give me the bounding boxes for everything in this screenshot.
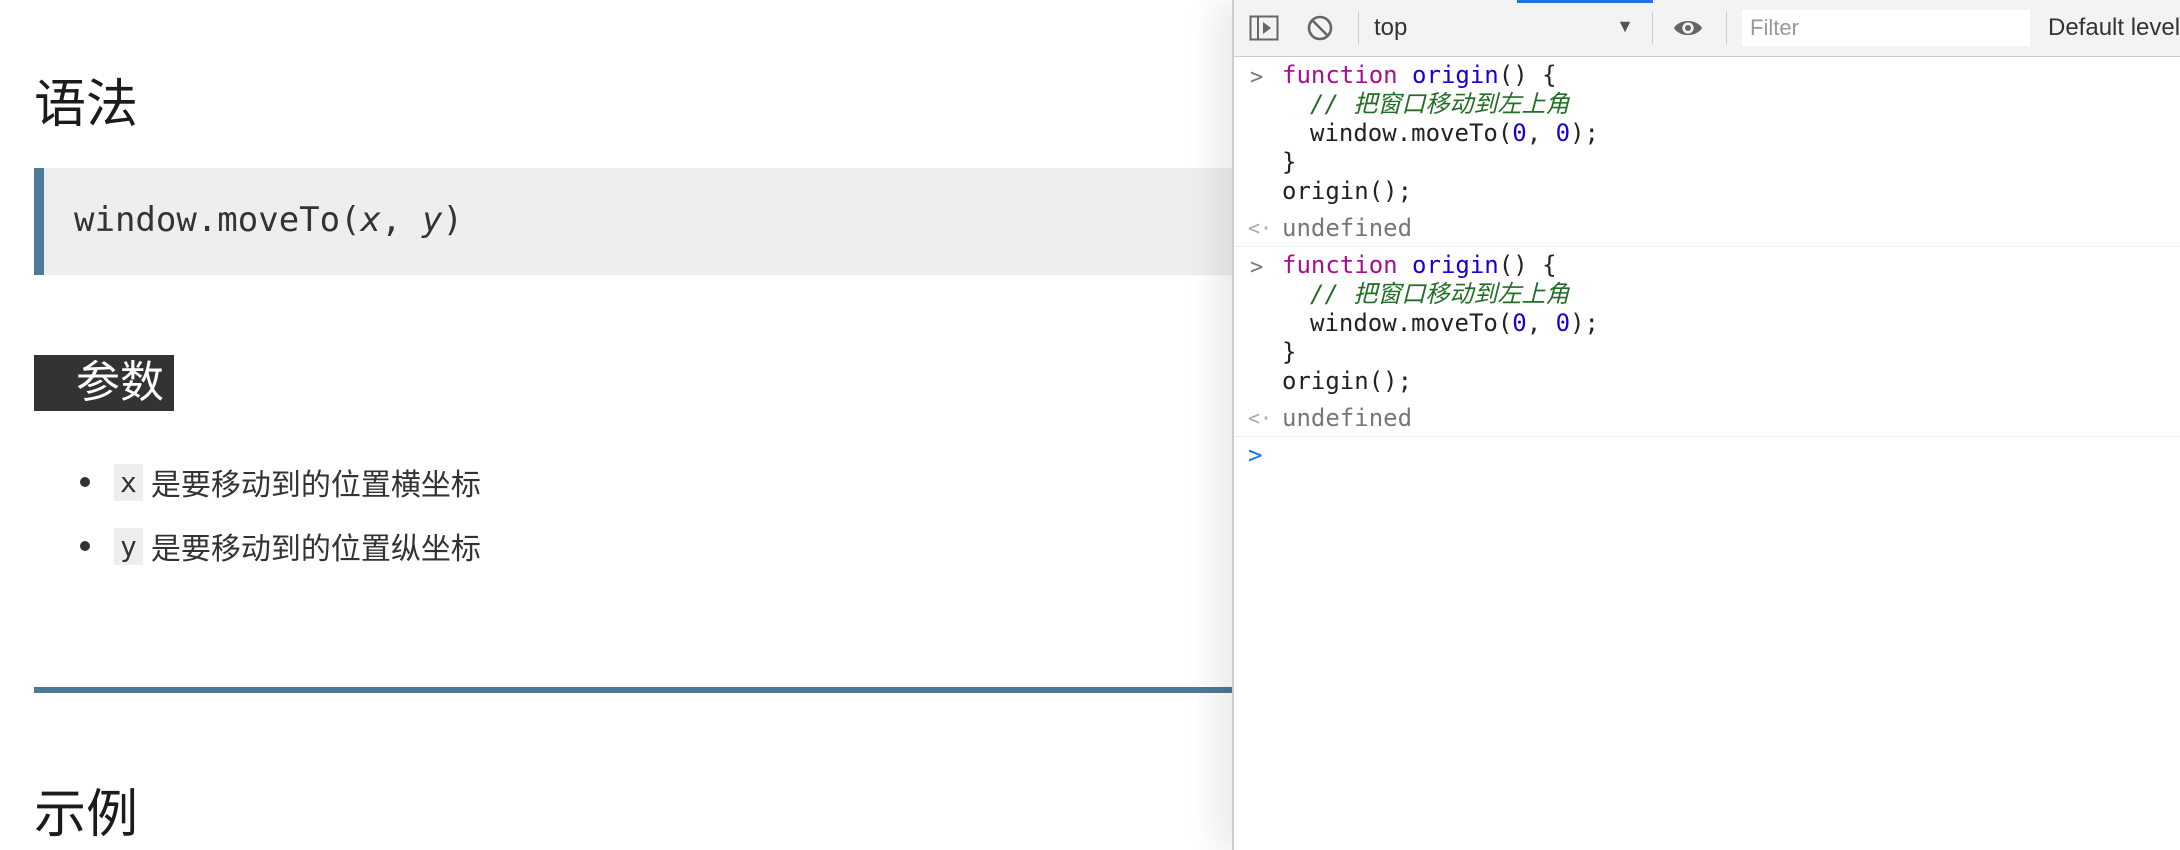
code-text: window.moveTo( [1310,309,1513,337]
input-prompt-icon: > [1250,65,1264,90]
section-divider [34,687,1232,693]
param-list: x 是要移动到的位置横坐标 y 是要移动到的位置纵坐标 [80,450,481,578]
code-number: 0 [1512,119,1527,147]
console-toolbar: top ▼ Default levels [1234,0,2180,57]
code-number: 0 [1555,309,1571,337]
result-value: undefined [1282,404,1413,432]
code-text: () { [1498,251,1557,279]
syntax-heading: 语法 [34,75,139,135]
bullet-icon [80,477,90,487]
syntax-arg-y: y [422,200,443,240]
code-comment: // 把窗口移动到左上角 [1310,90,1570,118]
param-description: 是要移动到的位置横坐标 [150,468,481,503]
params-heading: 参数 [34,355,174,411]
result-arrow-icon: <· [1248,216,1273,240]
prompt-chevron-icon: > [1248,441,1263,469]
code-function-name: origin [1412,61,1499,89]
code-text: , [1526,309,1556,337]
console-entry: > function origin() { // 把窗口移动到左上角 windo… [1234,57,2180,247]
syntax-suffix: ) [442,200,463,240]
log-levels-dropdown[interactable]: Default levels [2048,14,2180,42]
code-comment: // 把窗口移动到左上角 [1310,280,1570,308]
devtools-console-panel: top ▼ Default levels > function origin()… [1232,0,2180,850]
code-function-name: origin [1412,251,1499,279]
result-arrow-icon: <· [1248,406,1273,430]
input-prompt-icon: > [1250,255,1264,280]
chevron-down-icon: ▼ [1616,16,1634,36]
param-code: y [114,527,143,565]
code-keyword: function [1282,61,1398,89]
example-heading: 示例 [34,785,139,845]
syntax-prefix: window.moveTo( [74,200,361,240]
context-select[interactable]: top ▼ [1374,8,1634,48]
toolbar-separator [1652,12,1653,44]
list-item: x 是要移动到的位置横坐标 [80,450,481,514]
context-value: top [1374,14,1408,41]
list-item: y 是要移动到的位置纵坐标 [80,514,481,578]
syntax-code: window.moveTo(x, y) [74,200,463,240]
syntax-arg-x: x [360,200,382,240]
param-code: x [114,463,143,501]
clear-console-icon[interactable] [1304,12,1336,44]
active-tab-indicator [1517,0,1653,3]
code-text: origin(); [1282,367,1413,395]
console-prompt-input[interactable]: > [1234,437,2180,477]
code-number: 0 [1512,309,1527,337]
code-text: origin(); [1282,177,1413,205]
console-entry: > function origin() { // 把窗口移动到左上角 windo… [1234,247,2180,437]
param-description: 是要移动到的位置纵坐标 [150,532,481,567]
code-text: } [1282,148,1297,176]
console-result: <· undefined [1234,210,2180,246]
toolbar-separator [1358,12,1359,44]
syntax-code-block: window.moveTo(x, y) [34,168,1232,275]
filter-input[interactable] [1742,10,2030,46]
sidebar-toggle-icon[interactable] [1248,12,1280,44]
code-text: , [1526,119,1556,147]
code-text: window.moveTo( [1310,119,1513,147]
code-text: () { [1498,61,1557,89]
eye-icon[interactable] [1672,12,1704,44]
code-text: } [1282,338,1297,366]
console-result: <· undefined [1234,400,2180,436]
result-value: undefined [1282,214,1413,242]
documentation-page: 语法 window.moveTo(x, y) 参数 x 是要移动到的位置横坐标 … [0,0,1232,850]
console-input-code: > function origin() { // 把窗口移动到左上角 windo… [1234,57,2180,210]
console-messages: > function origin() { // 把窗口移动到左上角 windo… [1234,57,2180,477]
syntax-separator: , [381,200,423,240]
bullet-icon [80,541,90,551]
code-text: ); [1570,309,1600,337]
code-keyword: function [1282,251,1398,279]
code-number: 0 [1555,119,1571,147]
toolbar-separator [1726,12,1727,44]
code-text: ); [1570,119,1600,147]
console-input-code: > function origin() { // 把窗口移动到左上角 windo… [1234,247,2180,400]
